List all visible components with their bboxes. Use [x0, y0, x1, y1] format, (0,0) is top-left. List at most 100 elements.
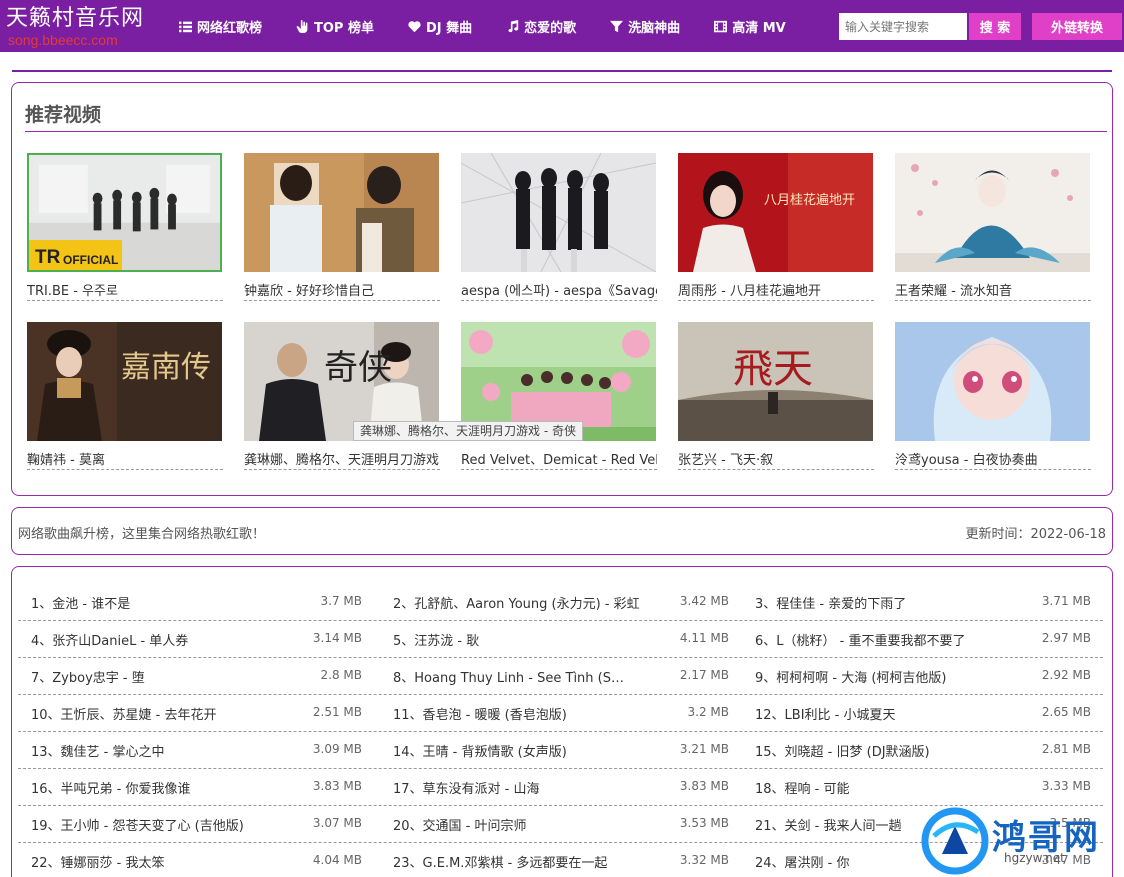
song-item[interactable]: 13、魏佳艺 - 掌心之中 3.09 MB	[18, 732, 368, 768]
song-item[interactable]: 15、刘晓超 - 旧梦 (DJ默涵版) 2.81 MB	[742, 732, 1097, 768]
song-item[interactable]: 14、王晴 - 背叛情歌 (女声版) 3.21 MB	[380, 732, 735, 768]
song-title: 15、刘晓超 - 旧梦 (DJ默涵版)	[755, 745, 930, 760]
video-overlay-text: 嘉南传	[121, 350, 211, 385]
nav-top-charts[interactable]: TOP 榜单	[295, 17, 374, 36]
film-icon	[713, 19, 728, 34]
video-card[interactable]: 嘉南传 鞠婧祎 - 莫离	[27, 322, 223, 472]
video-overlay-text: 奇侠	[324, 348, 392, 388]
song-size: 2.81 MB	[1041, 742, 1091, 756]
video-card[interactable]: 飛天 张艺兴 - 飞天·叙	[678, 322, 874, 472]
song-size: 3.07 MB	[312, 816, 362, 830]
song-size: 2.17 MB	[679, 668, 729, 682]
song-size: 3.32 MB	[679, 853, 729, 867]
nav-hot-songs[interactable]: 网络红歌榜	[178, 17, 262, 36]
song-size: 3.2 MB	[687, 705, 729, 719]
video-caption[interactable]: TRI.BE - 우주로	[27, 280, 223, 299]
nav-label: DJ 舞曲	[426, 20, 473, 36]
table-row: 10、王忻辰、苏星婕 - 去年花开 2.51 MB 11、香皂泡 - 暖暖 (香…	[18, 695, 1103, 732]
song-item[interactable]: 9、柯柯柯啊 - 大海 (柯柯吉他版) 2.92 MB	[742, 658, 1097, 694]
song-item[interactable]: 16、半吨兄弟 - 你爱我像谁 3.83 MB	[18, 769, 368, 805]
divider	[244, 469, 440, 470]
video-card[interactable]: 奇侠 龚琳娜、腾格尔、天涯明月刀游戏 - 奇侠	[244, 322, 440, 472]
table-row: 1、金池 - 谁不是 3.7 MB 2、孔舒航、Aaron Young (永力元…	[18, 584, 1103, 621]
watermark-url: hgzyw.net	[1004, 851, 1065, 865]
nav-label: 恋爱的歌	[524, 20, 577, 36]
song-item[interactable]: 17、草东没有派对 - 山海 3.83 MB	[380, 769, 735, 805]
search-button[interactable]: 搜 索	[969, 13, 1021, 40]
song-size: 4.04 MB	[312, 853, 362, 867]
chart-info-bar: 网络歌曲飙升榜，这里集合网络热歌红歌！ 更新时间：2022-06-18	[11, 507, 1113, 555]
video-card[interactable]: 泠鸢yousa - 白夜协奏曲	[895, 322, 1091, 472]
video-thumbnail[interactable]: TR OFFICIAL	[27, 153, 222, 272]
video-card[interactable]: 八月桂花遍地开 周雨彤 - 八月桂花遍地开	[678, 153, 874, 303]
list-icon	[178, 19, 193, 34]
song-item[interactable]: 18、程响 - 可能 3.33 MB	[742, 769, 1097, 805]
video-caption[interactable]: 周雨彤 - 八月桂花遍地开	[678, 280, 874, 299]
divider	[678, 469, 874, 470]
nav-catchy-songs[interactable]: 洗脑神曲	[609, 17, 680, 36]
song-item[interactable]: 1、金池 - 谁不是 3.7 MB	[18, 584, 368, 620]
logo-title: 天籁村音乐网	[6, 6, 145, 31]
video-thumbnail[interactable]	[895, 322, 1090, 441]
video-caption[interactable]: 鞠婧祎 - 莫离	[27, 449, 223, 468]
song-title: 1、金池 - 谁不是	[31, 597, 131, 612]
song-item[interactable]: 12、LBI利比 - 小城夏天 2.65 MB	[742, 695, 1097, 731]
video-thumbnail[interactable]	[461, 153, 656, 272]
video-card[interactable]: TR OFFICIAL TRI.BE - 우주로	[27, 153, 223, 303]
song-item[interactable]: 23、G.E.M.邓紫棋 - 多远都要在一起 3.32 MB	[380, 843, 735, 877]
song-title: 19、王小帅 - 怨苍天变了心 (吉他版)	[31, 819, 244, 834]
video-caption[interactable]: 王者荣耀 - 流水知音	[895, 280, 1091, 299]
song-title: 3、程佳佳 - 亲爱的下雨了	[755, 597, 907, 612]
song-title: 6、L（桃籽） - 重不重要我都不要了	[755, 634, 966, 649]
nav-dj-music[interactable]: DJ 舞曲	[407, 17, 472, 36]
song-size: 3.42 MB	[679, 594, 729, 608]
nav-label: TOP 榜单	[314, 20, 374, 36]
video-caption[interactable]: aespa (에스파) - aespa《Savage》	[461, 280, 657, 299]
video-card[interactable]: 王者荣耀 - 流水知音	[895, 153, 1091, 303]
song-title: 17、草东没有派对 - 山海	[393, 782, 540, 797]
song-title: 8、Hoang Thuy Linh - See Tình (Speed Up V…	[393, 671, 626, 686]
video-caption[interactable]: 龚琳娜、腾格尔、天涯明月刀游戏 - 奇侠	[244, 449, 440, 468]
nav-love-songs[interactable]: 恋爱的歌	[505, 17, 576, 36]
song-item[interactable]: 4、张齐山DanieL - 单人券 3.14 MB	[18, 621, 368, 657]
song-item[interactable]: 20、交通国 - 叶问宗师 3.53 MB	[380, 806, 735, 842]
song-item[interactable]: 2、孔舒航、Aaron Young (永力元) - 彩虹 3.42 MB	[380, 584, 735, 620]
song-item[interactable]: 3、程佳佳 - 亲爱的下雨了 3.71 MB	[742, 584, 1097, 620]
song-item[interactable]: 19、王小帅 - 怨苍天变了心 (吉他版) 3.07 MB	[18, 806, 368, 842]
video-card[interactable]: Red Velvet、Demicat - Red Velvet	[461, 322, 657, 472]
video-caption[interactable]: 钟嘉欣 - 好好珍惜自己	[244, 280, 440, 299]
video-caption[interactable]: Red Velvet、Demicat - Red Velvet	[461, 449, 657, 468]
song-item[interactable]: 6、L（桃籽） - 重不重要我都不要了 2.97 MB	[742, 621, 1097, 657]
video-card[interactable]: 钟嘉欣 - 好好珍惜自己	[244, 153, 440, 303]
song-item[interactable]: 7、Zyboy忠宇 - 堕 2.8 MB	[18, 658, 368, 694]
song-size: 3.09 MB	[312, 742, 362, 756]
music-note-icon	[505, 19, 520, 34]
song-item[interactable]: 8、Hoang Thuy Linh - See Tình (Speed Up V…	[380, 658, 735, 694]
link-convert-button[interactable]: 外链转换	[1032, 13, 1122, 40]
search-input[interactable]	[839, 13, 967, 40]
video-thumbnail[interactable]	[244, 153, 439, 272]
song-item[interactable]: 11、香皂泡 - 暖暖 (香皂泡版) 3.2 MB	[380, 695, 735, 731]
song-size: 3.83 MB	[312, 779, 362, 793]
video-thumbnail[interactable]: 嘉南传	[27, 322, 222, 441]
video-thumbnail[interactable]: 飛天	[678, 322, 873, 441]
video-caption[interactable]: 张艺兴 - 飞天·叙	[678, 449, 874, 468]
song-title: 11、香皂泡 - 暖暖 (香皂泡版)	[393, 708, 567, 723]
site-logo[interactable]: 天籁村音乐网 song.bbeecc.com	[6, 4, 166, 48]
video-card[interactable]: aespa (에스파) - aespa《Savage》	[461, 153, 657, 303]
divider	[27, 469, 223, 470]
divider	[27, 300, 223, 301]
song-item[interactable]: 5、汪苏泷 - 耿 4.11 MB	[380, 621, 735, 657]
video-thumbnail[interactable]: 八月桂花遍地开	[678, 153, 873, 272]
table-row: 4、张齐山DanieL - 单人券 3.14 MB 5、汪苏泷 - 耿 4.11…	[18, 621, 1103, 658]
song-size: 2.51 MB	[312, 705, 362, 719]
site-header: 天籁村音乐网 song.bbeecc.com 网络红歌榜 TOP 榜单 DJ 舞…	[0, 0, 1124, 52]
song-title: 2、孔舒航、Aaron Young (永力元) - 彩虹	[393, 597, 640, 612]
song-item[interactable]: 10、王忻辰、苏星婕 - 去年花开 2.51 MB	[18, 695, 368, 731]
song-item[interactable]: 22、锤娜丽莎 - 我太笨 4.04 MB	[18, 843, 368, 877]
song-title: 14、王晴 - 背叛情歌 (女声版)	[393, 745, 567, 760]
video-caption[interactable]: 泠鸢yousa - 白夜协奏曲	[895, 449, 1091, 468]
video-thumbnail[interactable]	[895, 153, 1090, 272]
nav-hd-mv[interactable]: 高清 MV	[713, 17, 786, 36]
song-title: 18、程响 - 可能	[755, 782, 850, 797]
